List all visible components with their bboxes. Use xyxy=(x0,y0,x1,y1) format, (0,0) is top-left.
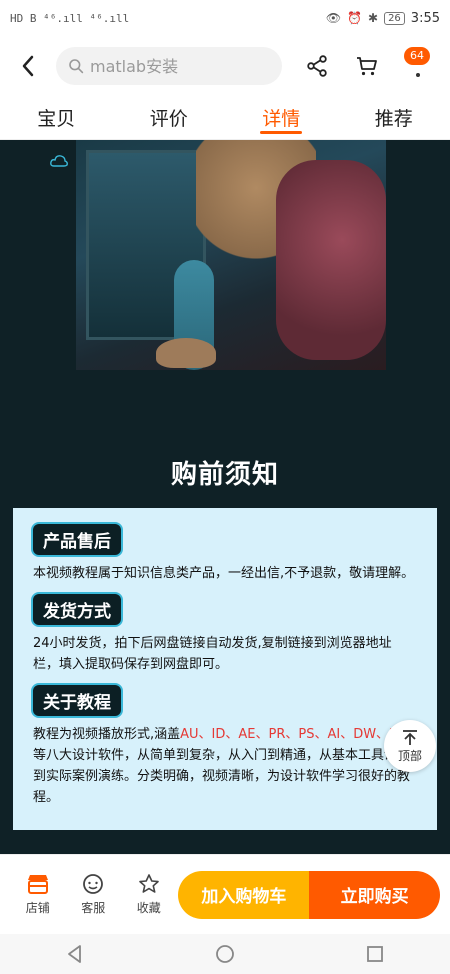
shop-icon xyxy=(27,875,48,894)
tutorial-text-prefix: 教程为视频播放形式,涵盖 xyxy=(33,727,181,742)
star-icon xyxy=(138,874,159,893)
section-title: 购前须知 xyxy=(170,460,279,490)
tab-reviews[interactable]: 评价 xyxy=(140,96,198,140)
customer-service-label: 客服 xyxy=(81,901,106,915)
delivery-label: 发货方式 xyxy=(33,594,121,625)
status-left-indicators: HD B ⁴⁶.ıll ⁴⁶.ıll xyxy=(10,11,130,25)
product-image xyxy=(76,140,386,370)
tutorial-label: 关于教程 xyxy=(33,685,121,716)
alarm-icon: ⏰ xyxy=(347,11,362,25)
back-triangle-icon[interactable] xyxy=(64,943,86,965)
more-dot-icon xyxy=(416,73,420,77)
shop-label: 店铺 xyxy=(25,901,50,915)
more-button[interactable]: 64 xyxy=(402,47,432,81)
back-to-top-button[interactable]: 顶部 xyxy=(384,720,436,772)
cloud-icon xyxy=(50,155,68,167)
customer-service-button[interactable]: 客服 xyxy=(65,873,120,916)
time: 3:55 xyxy=(410,10,440,26)
purchase-actions: 加入购物车 立即购买 xyxy=(178,870,441,919)
after-sales-label: 产品售后 xyxy=(33,524,121,555)
shop-button[interactable]: 店铺 xyxy=(10,873,65,916)
cart-icon xyxy=(357,57,377,76)
favorite-button[interactable]: 收藏 xyxy=(121,873,176,916)
battery-indicator: 26 xyxy=(384,11,405,25)
tab-details[interactable]: 详情 xyxy=(252,96,310,140)
favorite-label: 收藏 xyxy=(136,901,161,915)
tutorial-text-highlight: AU、ID、AE、PR、PS、AI、DW、LR xyxy=(180,727,406,742)
tab-item[interactable]: 宝贝 xyxy=(27,96,85,140)
notice-panel: 产品售后 本视频教程属于知识信息类产品，一经出信,不予退款，敬请理解。 发货方式… xyxy=(13,508,437,830)
eye-icon: 👁 xyxy=(325,11,342,25)
arrow-up-icon xyxy=(403,729,417,745)
back-button[interactable] xyxy=(0,36,56,96)
search-input[interactable] xyxy=(90,56,270,76)
system-nav-bar xyxy=(0,934,450,974)
bluetooth-icon: ✱ xyxy=(368,11,379,25)
status-bar: HD B ⁴⁶.ıll ⁴⁶.ıll 👁 ⏰ ✱ 26 3:55 xyxy=(0,0,450,36)
pot-shape xyxy=(156,338,216,368)
tutorial-text-suffix: 等八大设计软件，从简单到复杂，从入门到精通，从基本工具讲解到实际案例演练。分类明… xyxy=(33,748,411,805)
delivery-text: 24小时发货，拍下后网盘链接自动发货,复制链接到浏览器地址栏，填入提取码保存到网… xyxy=(33,636,392,672)
message-badge: 64 xyxy=(404,47,430,65)
customer-service-icon xyxy=(83,874,104,894)
after-sales-text: 本视频教程属于知识信息类产品，一经出信,不予退款，敬请理解。 xyxy=(33,566,415,581)
recents-square-icon[interactable] xyxy=(364,943,386,965)
share-button[interactable] xyxy=(302,51,332,81)
search-box[interactable] xyxy=(56,47,282,85)
tutorial-text: 教程为视频播放形式,涵盖AU、ID、AE、PR、PS、AI、DW、LR 等八大设计… xyxy=(33,724,417,808)
add-to-cart-button[interactable]: 加入购物车 xyxy=(178,870,310,919)
nav-icons: 64 xyxy=(302,47,432,81)
home-circle-icon[interactable] xyxy=(214,943,236,965)
share-icon xyxy=(307,55,327,77)
bottom-action-bar: 店铺 客服 收藏 加入购物车 立即购买 xyxy=(0,854,450,934)
status-right: 👁 ⏰ ✱ 26 3:55 xyxy=(326,11,440,26)
buy-now-button[interactable]: 立即购买 xyxy=(309,870,441,919)
cart-button[interactable] xyxy=(352,51,382,81)
search-icon xyxy=(69,59,84,74)
back-to-top-label: 顶部 xyxy=(397,748,422,763)
tab-bar: 宝贝 评价 详情 推荐 xyxy=(0,96,450,140)
tab-recommend[interactable]: 推荐 xyxy=(365,96,423,140)
details-content: 购前须知 产品售后 本视频教程属于知识信息类产品，一经出信,不予退款，敬请理解。… xyxy=(0,140,450,854)
chair-shape xyxy=(276,160,386,360)
chevron-left-icon xyxy=(22,55,34,77)
top-nav: 64 xyxy=(0,36,450,96)
